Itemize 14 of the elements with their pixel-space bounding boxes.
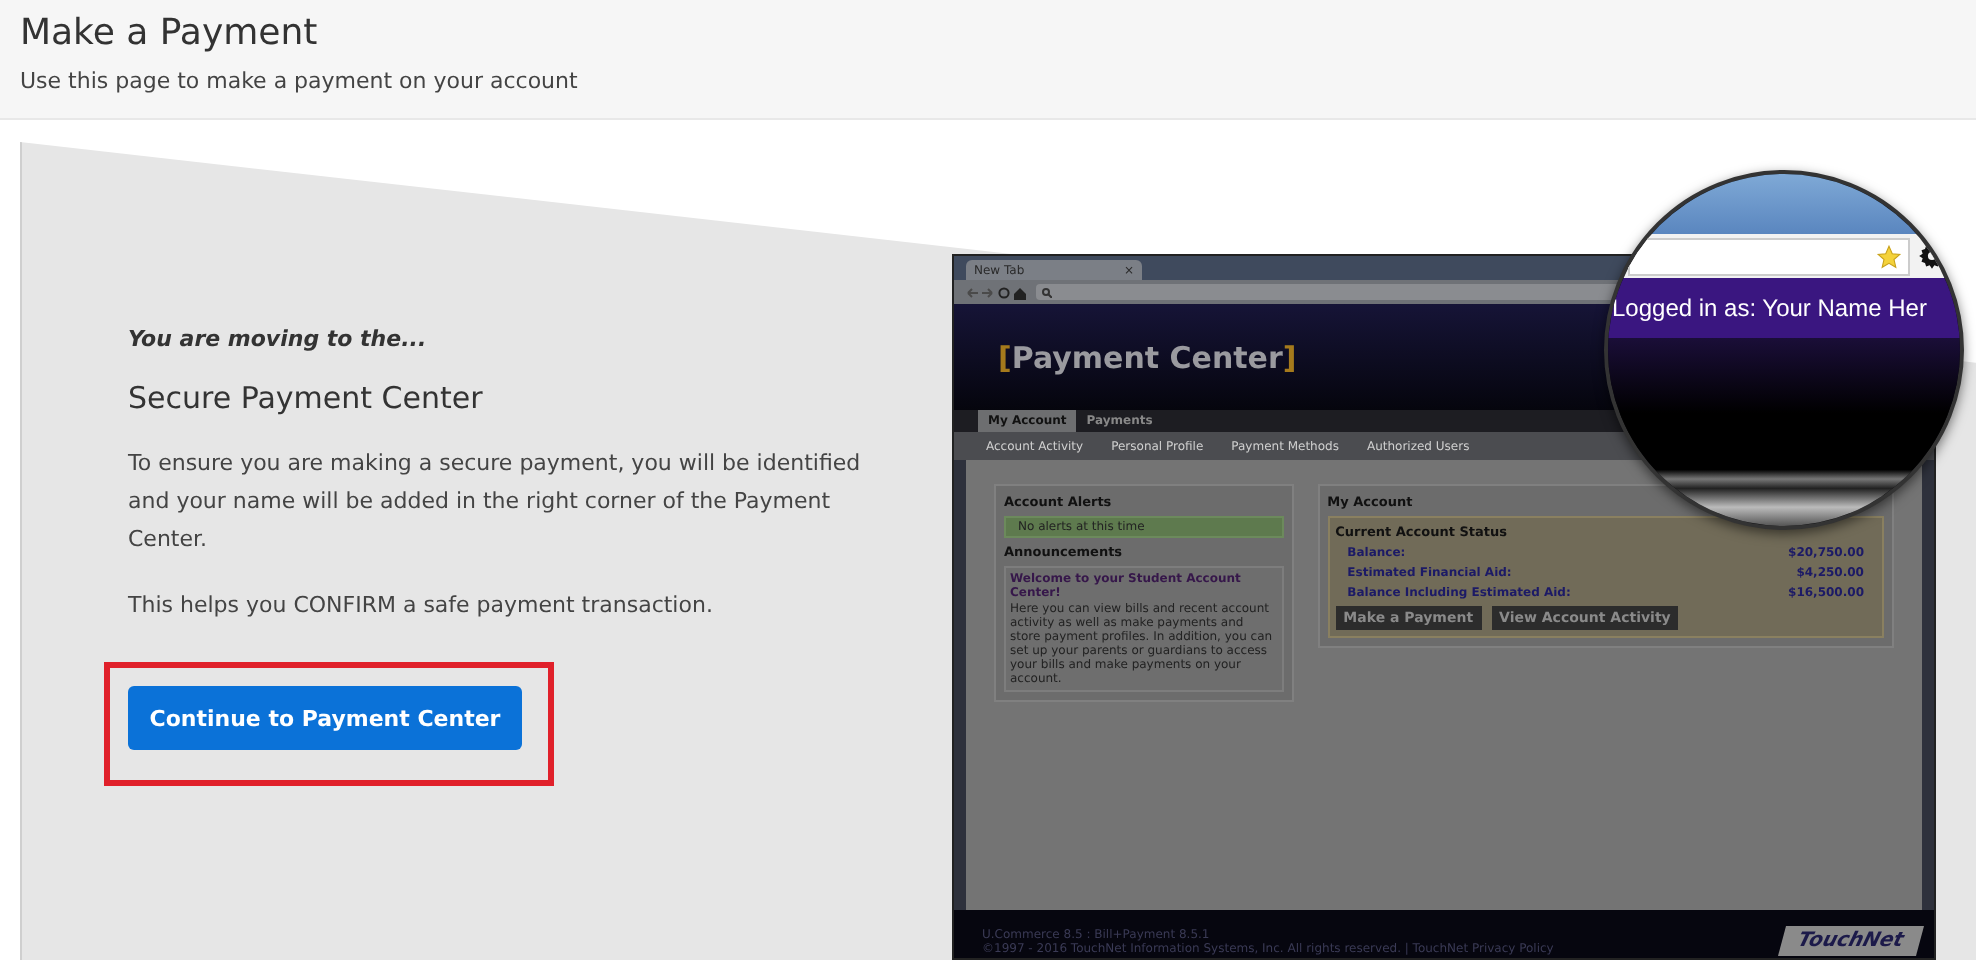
logged-in-text: Logged in as: Your Name Her — [1612, 294, 1927, 322]
browser-nav-icon — [966, 285, 1026, 299]
search-icon — [1042, 287, 1052, 297]
intro-paragraph: To ensure you are making a secure payment, you will be identified and your name will be added in the right corner of the Payment Center. — [128, 448, 863, 556]
logo: TouchNet — [1777, 926, 1922, 956]
page-title: Make a Payment — [20, 12, 320, 54]
app-title: [Payment Center] — [998, 339, 1297, 375]
intro-kicker: You are moving to the... — [128, 326, 429, 352]
continue-button[interactable]: Continue to Payment Center — [128, 686, 522, 750]
page-subtitle: Use this page to make a payment on your account — [20, 68, 580, 94]
intro-paragraph: This helps you CONFIRM a safe payment transaction. — [128, 590, 715, 622]
star-icon — [1876, 243, 1902, 269]
intro-heading: Secure Payment Center — [128, 380, 485, 416]
address-field[interactable] — [1628, 237, 1910, 275]
